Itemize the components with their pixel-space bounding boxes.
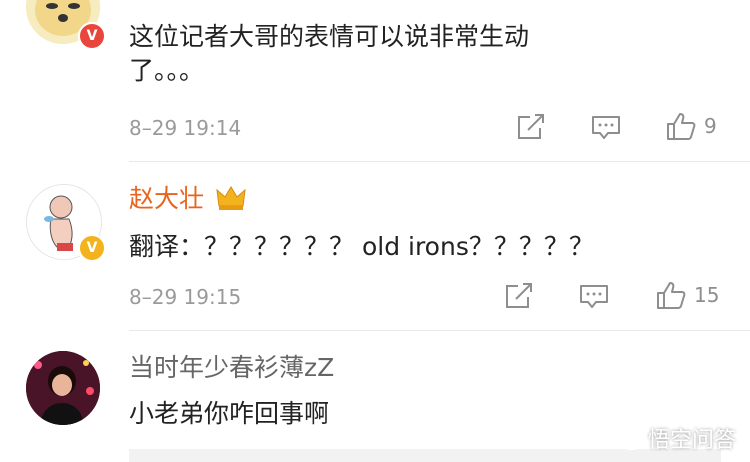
verified-badge-icon: V [78,234,106,262]
reply-button[interactable] [579,283,609,311]
wukong-logo-icon [618,425,644,451]
comment-time: 8–29 19:15 [129,285,242,309]
comment-icon [580,285,608,308]
like-count: 9 [704,114,717,138]
like-button[interactable]: 9 [666,111,717,141]
username[interactable]: 当时年少春衫薄zZ [129,353,334,383]
crown-icon [216,186,246,210]
reply-button[interactable] [591,114,621,142]
like-icon [657,282,686,309]
comment-text: 这位记者大哥的表情可以说非常生动 了。。。 [129,22,530,85]
comment-item-1: V 这位记者大哥的表情可以说非常生动 了。。。 8–29 19:14 9 [0,0,750,162]
person-photo-avatar-icon [26,351,100,425]
avatar[interactable] [26,351,100,425]
watermark: 悟空问答 [618,422,736,454]
verified-badge-icon: V [78,22,106,50]
like-button[interactable]: 15 [656,280,719,310]
comment-text: 小老弟你咋回事啊 [129,399,330,428]
like-count: 15 [694,283,720,307]
share-button[interactable] [504,282,534,310]
share-button[interactable] [516,113,546,141]
share-icon [518,114,544,139]
username[interactable]: 赵大壮 [129,184,204,214]
share-icon [506,283,532,308]
watermark-text: 悟空问答 [647,428,736,453]
like-icon [667,113,696,140]
comment-icon [592,116,620,139]
comment-text: 翻译：？？？？？？ old irons？？？？？ [129,232,594,261]
comment-time: 8–29 19:14 [129,116,242,140]
comment-item-2: V 赵大壮 翻译：？？？？？？ old irons？？？？？ 8–29 19:1… [0,162,750,330]
